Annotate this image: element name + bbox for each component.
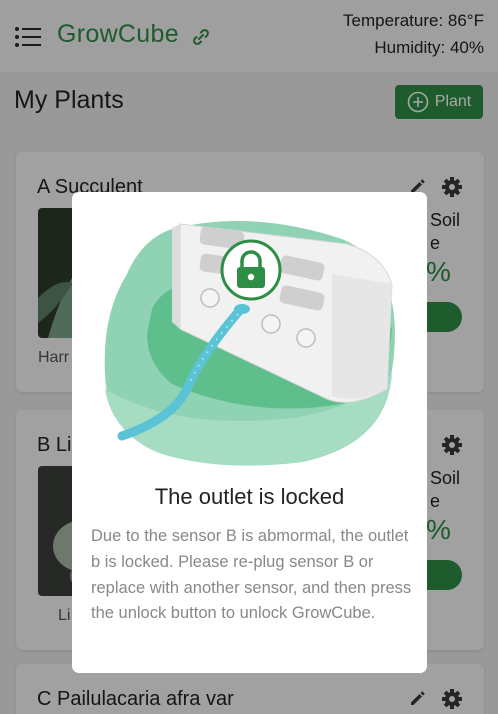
outlet-locked-dialog: The outlet is locked Due to the sensor B… xyxy=(72,192,427,673)
outlet-illustration xyxy=(104,221,395,466)
dialog-title: The outlet is locked xyxy=(154,484,345,509)
dialog-message: Due to the sensor B is abmormal, the out… xyxy=(91,527,412,623)
